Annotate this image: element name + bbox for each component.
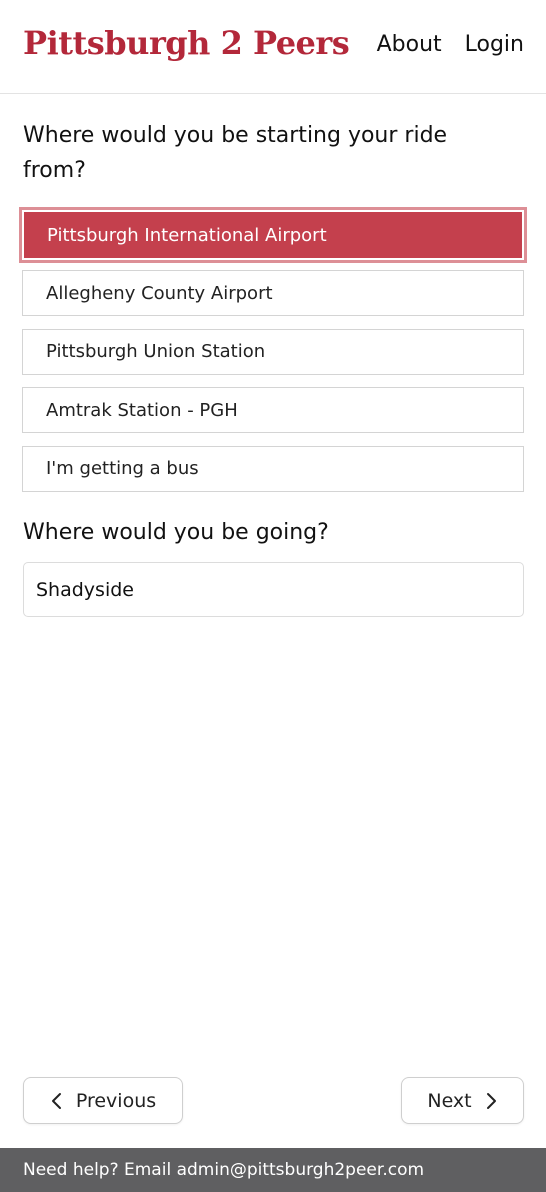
- top-nav: About Login: [377, 32, 524, 57]
- start-option-bus[interactable]: I'm getting a bus: [22, 445, 524, 492]
- destination-question: Where would you be going?: [23, 520, 329, 545]
- start-option-pittsburgh-international-airport[interactable]: Pittsburgh International Airport: [19, 207, 527, 263]
- previous-button-label: Previous: [75, 1089, 157, 1112]
- help-text: Need help? Email admin@pittsburgh2peer.c…: [23, 1160, 425, 1180]
- start-option-pittsburgh-union-station[interactable]: Pittsburgh Union Station: [22, 328, 524, 375]
- chevron-left-icon: [50, 1092, 62, 1110]
- next-button-label: Next: [427, 1089, 472, 1112]
- start-location-options: Pittsburgh International Airport Alleghe…: [19, 207, 527, 504]
- next-button[interactable]: Next: [401, 1077, 524, 1124]
- nav-login-link[interactable]: Login: [465, 32, 524, 57]
- start-option-allegheny-county-airport[interactable]: Allegheny County Airport: [22, 270, 524, 316]
- brand-logo[interactable]: Pittsburgh 2 Peers: [23, 24, 350, 62]
- help-footer: Need help? Email admin@pittsburgh2peer.c…: [0, 1148, 546, 1192]
- start-location-question: Where would you be starting your ride fr…: [23, 123, 448, 183]
- nav-about-link[interactable]: About: [377, 32, 442, 57]
- previous-button[interactable]: Previous: [23, 1077, 183, 1124]
- app-header: Pittsburgh 2 Peers About Login: [0, 0, 546, 94]
- destination-input[interactable]: [23, 562, 524, 617]
- start-option-amtrak-station-pgh[interactable]: Amtrak Station - PGH: [22, 387, 524, 433]
- chevron-right-icon: [486, 1092, 498, 1110]
